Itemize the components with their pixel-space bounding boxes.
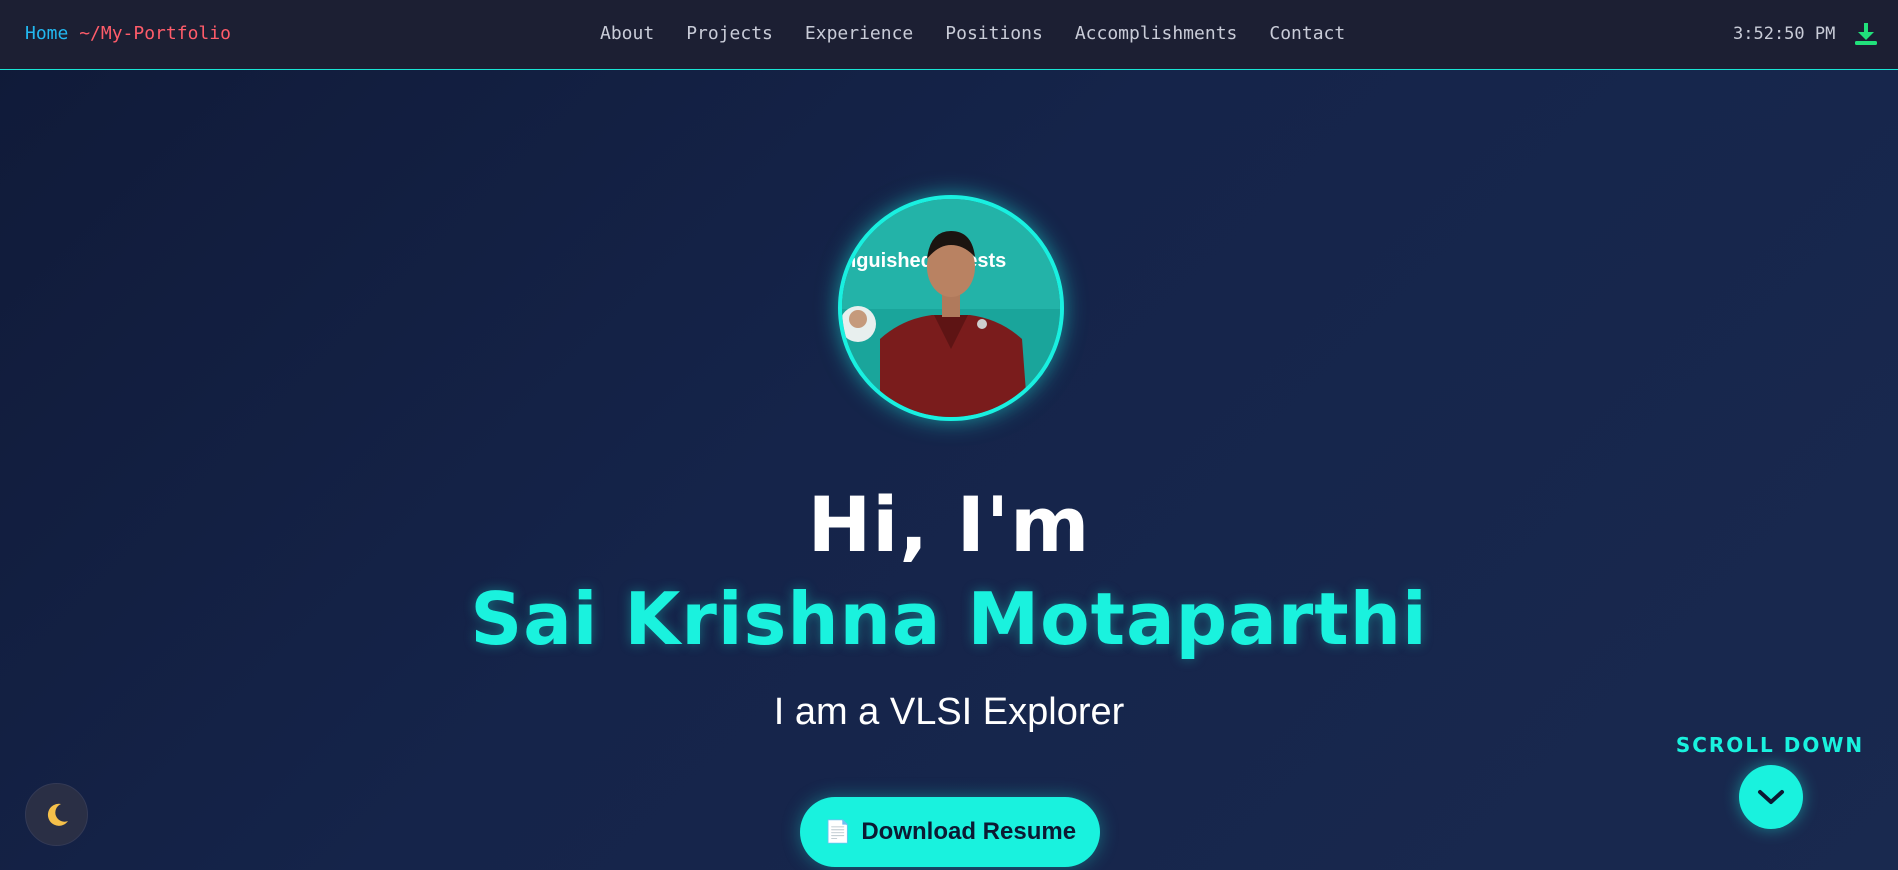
hero-greeting: Hi, I'm [807, 480, 1091, 569]
nav-link-contact[interactable]: Contact [1269, 22, 1345, 46]
download-resume-button[interactable]: 📄 Download Resume [800, 797, 1100, 867]
clock: 3:52:50 PM [1733, 24, 1836, 44]
scroll-down-label: SCROLL DOWN [1675, 733, 1865, 757]
nav-link-experience[interactable]: Experience [805, 22, 913, 46]
nav-link-positions[interactable]: Positions [945, 22, 1043, 46]
moon-icon [47, 803, 68, 826]
document-icon: 📄 [823, 819, 852, 844]
chevron-down-icon [1758, 790, 1784, 804]
navbar: Home ~/My-Portfolio About Projects Exper… [0, 0, 1898, 70]
hero-tagline: I am a VLSI Explorer [773, 691, 1125, 733]
nav-links: About Projects Experience Positions Acco… [600, 22, 1377, 46]
scroll-down-button[interactable] [1739, 765, 1803, 829]
theme-toggle-button[interactable] [25, 783, 88, 846]
brand-path: ~/My-Portfolio [79, 23, 231, 44]
download-icon[interactable] [1853, 21, 1879, 47]
nav-link-accomplishments[interactable]: Accomplishments [1075, 22, 1238, 46]
brand-home: Home [25, 23, 69, 44]
photo-banner-text: nguished Guests [844, 250, 1006, 272]
nav-link-projects[interactable]: Projects [686, 22, 773, 46]
brand-link[interactable]: Home ~/My-Portfolio [25, 22, 231, 46]
profile-photo: nguished Guests [838, 195, 1064, 421]
download-resume-label: Download Resume [861, 818, 1077, 845]
hero-name: Sai Krishna Motaparthi [470, 577, 1428, 661]
nav-link-about[interactable]: About [600, 22, 654, 46]
